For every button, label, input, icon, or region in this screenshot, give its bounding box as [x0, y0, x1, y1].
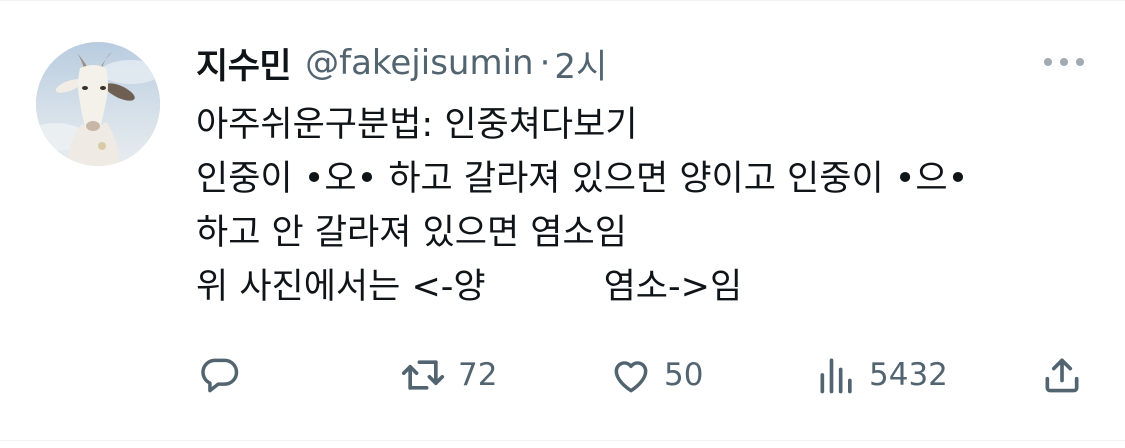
like-button[interactable]: 50 — [608, 345, 703, 405]
share-icon — [1045, 358, 1079, 393]
timestamp[interactable]: 2시 — [554, 39, 607, 88]
share-button[interactable] — [1040, 345, 1084, 405]
more-button[interactable] — [1040, 48, 1088, 76]
more-icon — [1044, 58, 1084, 66]
tweet-text: 아주쉬운구분법: 인중쳐다보기 인중이 •오• 하고 갈라져 있으면 양이고 인… — [196, 98, 1096, 314]
tweet-line: 아주쉬운구분법: 인중쳐다보기 — [196, 105, 638, 145]
views-icon — [820, 358, 852, 394]
heart-icon — [614, 361, 648, 393]
separator-dot: · — [539, 43, 551, 83]
top-divider — [0, 0, 1125, 1]
action-bar: 72 50 5432 — [0, 345, 1125, 405]
retweet-icon — [401, 360, 445, 390]
views-button[interactable]: 5432 — [815, 345, 948, 405]
retweet-button[interactable]: 72 — [398, 345, 497, 405]
reply-icon — [201, 358, 239, 393]
tweet-line-right: 염소->임 — [603, 267, 743, 307]
views-count: 5432 — [869, 357, 948, 393]
tweet-header: 지수민 @fakejisumin · 2시 — [196, 36, 607, 90]
user-handle[interactable]: @fakejisumin — [305, 43, 533, 83]
tweet-line-left: 위 사진에서는 <-양 — [196, 267, 486, 307]
like-count: 50 — [664, 357, 704, 393]
tweet-line: 인중이 •오• 하고 갈라져 있으면 양이고 인중이 •으• — [196, 159, 969, 199]
bottom-divider — [0, 440, 1125, 441]
tweet-line: 하고 안 갈라져 있으면 염소임 — [196, 213, 627, 253]
reply-button[interactable] — [198, 345, 252, 405]
retweet-count: 72 — [458, 357, 498, 393]
tweet-line: 위 사진에서는 <-양 염소->임 — [196, 260, 1096, 314]
avatar[interactable] — [36, 42, 160, 166]
display-name[interactable]: 지수민 — [196, 38, 292, 89]
goat-avatar-icon — [36, 42, 160, 166]
